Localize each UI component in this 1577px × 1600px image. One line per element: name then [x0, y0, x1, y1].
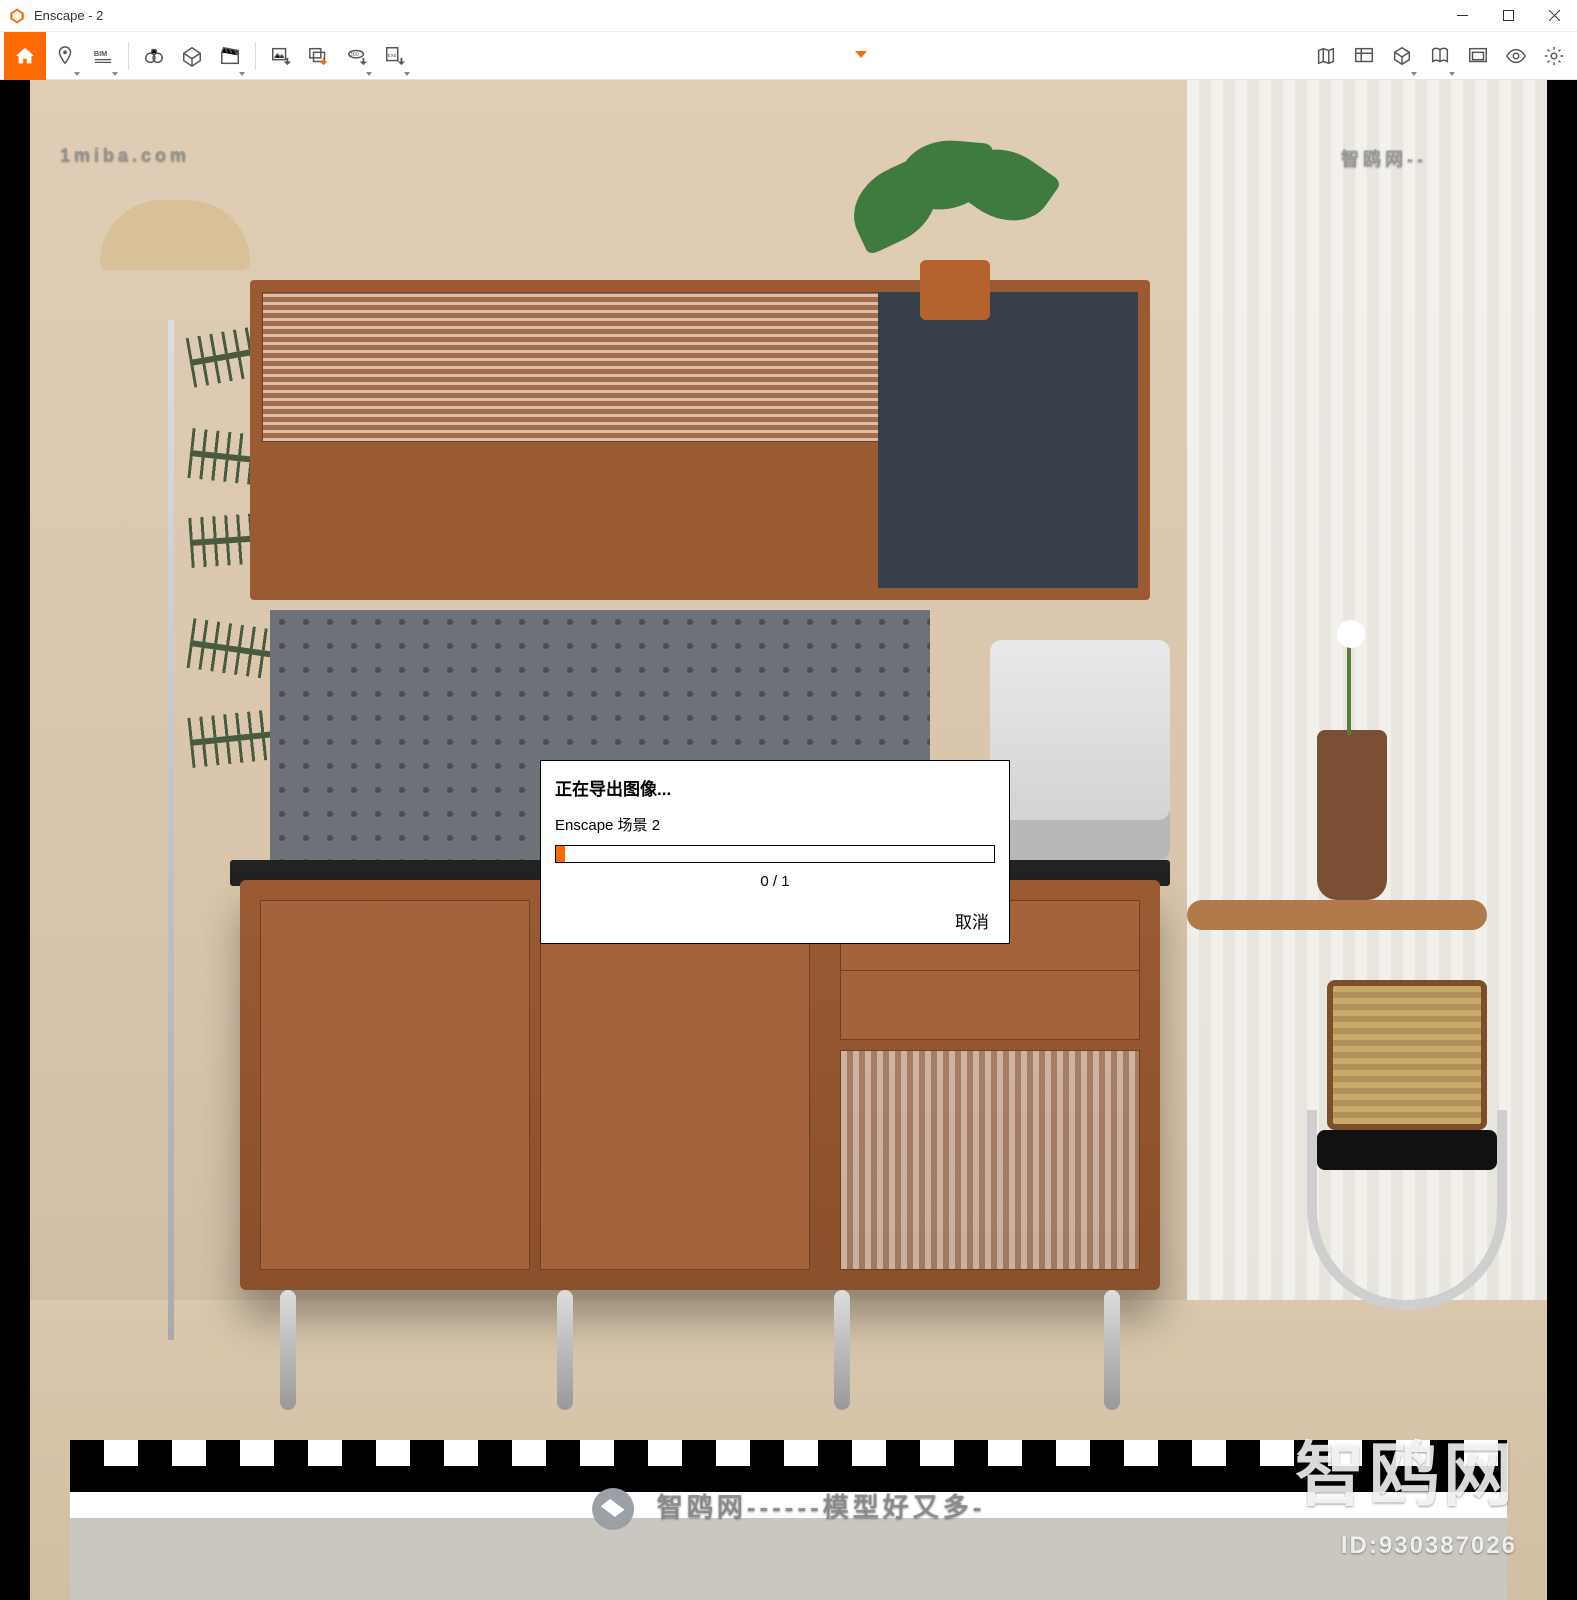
- progress-text: 0 / 1: [555, 873, 995, 890]
- export-360-button[interactable]: 360: [338, 32, 376, 80]
- vase-decor: [1317, 730, 1387, 900]
- window-layout-button[interactable]: [1459, 32, 1497, 80]
- close-icon: [1549, 10, 1560, 21]
- gallery-icon: [1353, 45, 1375, 67]
- export-batch-button[interactable]: [300, 32, 338, 80]
- camera-frame-button[interactable]: [173, 32, 211, 80]
- app-icon: [8, 7, 26, 25]
- chevron-down-icon: [112, 72, 118, 76]
- map-icon: [1315, 45, 1337, 67]
- window-frame-icon: [1467, 45, 1489, 67]
- export-360-icon: 360: [346, 45, 368, 67]
- home-button[interactable]: [4, 32, 46, 80]
- maximize-icon: [1503, 10, 1514, 21]
- progress-bar: [555, 845, 995, 863]
- settings-button[interactable]: [1535, 32, 1573, 80]
- export-exe-button[interactable]: EXE: [376, 32, 414, 80]
- export-batch-icon: [308, 45, 330, 67]
- views-pin-button[interactable]: [46, 32, 84, 80]
- expand-chevron-icon[interactable]: [855, 51, 867, 58]
- close-button[interactable]: [1531, 0, 1577, 32]
- dialog-title: 正在导出图像...: [555, 775, 995, 800]
- cube-button[interactable]: [1383, 32, 1421, 80]
- map-button[interactable]: [1307, 32, 1345, 80]
- video-button[interactable]: [211, 32, 249, 80]
- chevron-down-icon: [1449, 72, 1455, 76]
- visibility-button[interactable]: [1497, 32, 1535, 80]
- dialog-subtitle: Enscape 场景 2: [555, 814, 995, 835]
- chevron-down-icon: [404, 72, 410, 76]
- watermark-mid: 智鸥网------模型好又多-: [592, 1487, 986, 1530]
- export-exe-icon: EXE: [384, 45, 406, 67]
- watermark-id: ID:930387026: [1341, 1532, 1517, 1560]
- window-title: Enscape - 2: [34, 8, 103, 23]
- cube-icon: [1391, 45, 1413, 67]
- watermark-mid-text: 智鸥网------模型好又多-: [657, 1492, 986, 1522]
- asset-library-button[interactable]: [1345, 32, 1383, 80]
- minimize-icon: [1457, 10, 1468, 21]
- clapperboard-icon: [219, 45, 241, 67]
- export-dialog: 正在导出图像... Enscape 场景 2 0 / 1 取消: [540, 760, 1010, 944]
- svg-text:EXE: EXE: [388, 52, 397, 57]
- espresso-machine-decor: [990, 640, 1170, 860]
- dining-table-decor: [1187, 900, 1487, 930]
- maximize-button[interactable]: [1485, 0, 1531, 32]
- svg-text:360: 360: [350, 52, 359, 58]
- camera-frame-icon: [181, 45, 203, 67]
- dialog-actions: 取消: [555, 908, 995, 933]
- toolbar: BIM 360 EXE: [0, 32, 1577, 80]
- watermark-brand: 智鸥网: [1295, 1419, 1517, 1520]
- render-viewport[interactable]: 1miba.com 智鸥网-- 智鸥网 ID:930387026 智鸥网----…: [0, 80, 1577, 1600]
- bim-icon: BIM: [92, 45, 114, 67]
- bim-button[interactable]: BIM: [84, 32, 122, 80]
- watermark-top-right: 智鸥网--: [1341, 145, 1427, 171]
- home-icon: [14, 45, 36, 67]
- library-button[interactable]: [1421, 32, 1459, 80]
- gear-icon: [1543, 45, 1565, 67]
- chevron-down-icon: [366, 72, 372, 76]
- toolbar-separator: [255, 42, 256, 70]
- chevron-down-icon: [74, 72, 80, 76]
- chevron-down-icon: [1411, 72, 1417, 76]
- pin-icon: [54, 45, 76, 67]
- app-window: Enscape - 2 BIM: [0, 0, 1577, 1600]
- minimize-button[interactable]: [1439, 0, 1485, 32]
- book-icon: [1429, 45, 1451, 67]
- chevron-down-icon: [239, 72, 245, 76]
- dining-chair-decor: [1297, 950, 1517, 1330]
- binoculars-button[interactable]: [135, 32, 173, 80]
- watermark-top-left: 1miba.com: [60, 145, 190, 166]
- title-bar: Enscape - 2: [0, 0, 1577, 32]
- upper-cabinet-decor: [250, 280, 1150, 600]
- export-image-button[interactable]: [262, 32, 300, 80]
- binoculars-icon: [143, 45, 165, 67]
- export-image-icon: [270, 45, 292, 67]
- progress-bar-fill: [556, 846, 565, 862]
- monstera-plant-decor: [850, 140, 1050, 320]
- toolbar-spacer: [414, 51, 1307, 60]
- cancel-button[interactable]: 取消: [949, 909, 995, 936]
- eye-icon: [1505, 45, 1527, 67]
- svg-text:BIM: BIM: [94, 49, 107, 58]
- toolbar-separator: [128, 42, 129, 70]
- watermark-logo-icon: [592, 1488, 634, 1530]
